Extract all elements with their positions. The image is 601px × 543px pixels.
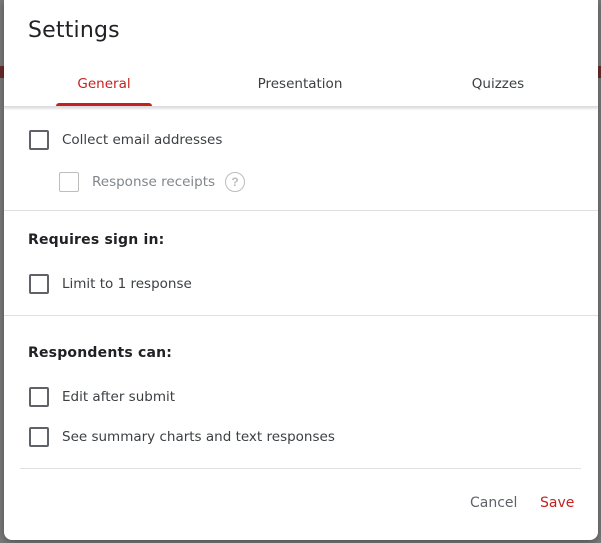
save-button[interactable]: Save: [534, 488, 580, 518]
response-receipts-checkbox[interactable]: [59, 172, 79, 192]
response-receipts-label: Response receipts: [92, 174, 216, 190]
tab-presentation[interactable]: Presentation: [250, 62, 350, 106]
section-divider: [4, 210, 598, 211]
see-summary-checkbox[interactable]: [29, 427, 49, 447]
edit-after-submit-row: Edit after submit: [29, 387, 175, 407]
collect-email-row: Collect email addresses: [29, 130, 222, 150]
see-summary-row: See summary charts and text responses: [29, 427, 335, 447]
limit-one-response-checkbox[interactable]: [29, 274, 49, 294]
cancel-button[interactable]: Cancel: [464, 488, 523, 518]
edit-after-submit-label: Edit after submit: [62, 389, 176, 405]
limit-one-row: Limit to 1 response: [29, 274, 192, 294]
requires-sign-in-heading: Requires sign in:: [28, 232, 165, 248]
settings-tabs: General Presentation Quizzes: [4, 62, 598, 107]
settings-dialog: Settings General Presentation Quizzes Co…: [4, 0, 598, 540]
tab-general[interactable]: General: [56, 62, 152, 106]
tab-quizzes[interactable]: Quizzes: [454, 62, 542, 106]
respondents-can-heading: Respondents can:: [28, 345, 173, 361]
collect-email-label: Collect email addresses: [62, 132, 223, 148]
dialog-title: Settings: [28, 18, 120, 43]
see-summary-label: See summary charts and text responses: [62, 429, 335, 445]
section-divider: [4, 315, 598, 316]
collect-email-checkbox[interactable]: [29, 130, 49, 150]
response-receipts-row: Response receipts ?: [59, 172, 246, 192]
footer-divider: [20, 468, 581, 469]
edit-after-submit-checkbox[interactable]: [29, 387, 49, 407]
help-circle-icon[interactable]: ?: [225, 172, 246, 192]
limit-one-response-label: Limit to 1 response: [62, 276, 192, 292]
active-tab-indicator: [56, 103, 152, 106]
